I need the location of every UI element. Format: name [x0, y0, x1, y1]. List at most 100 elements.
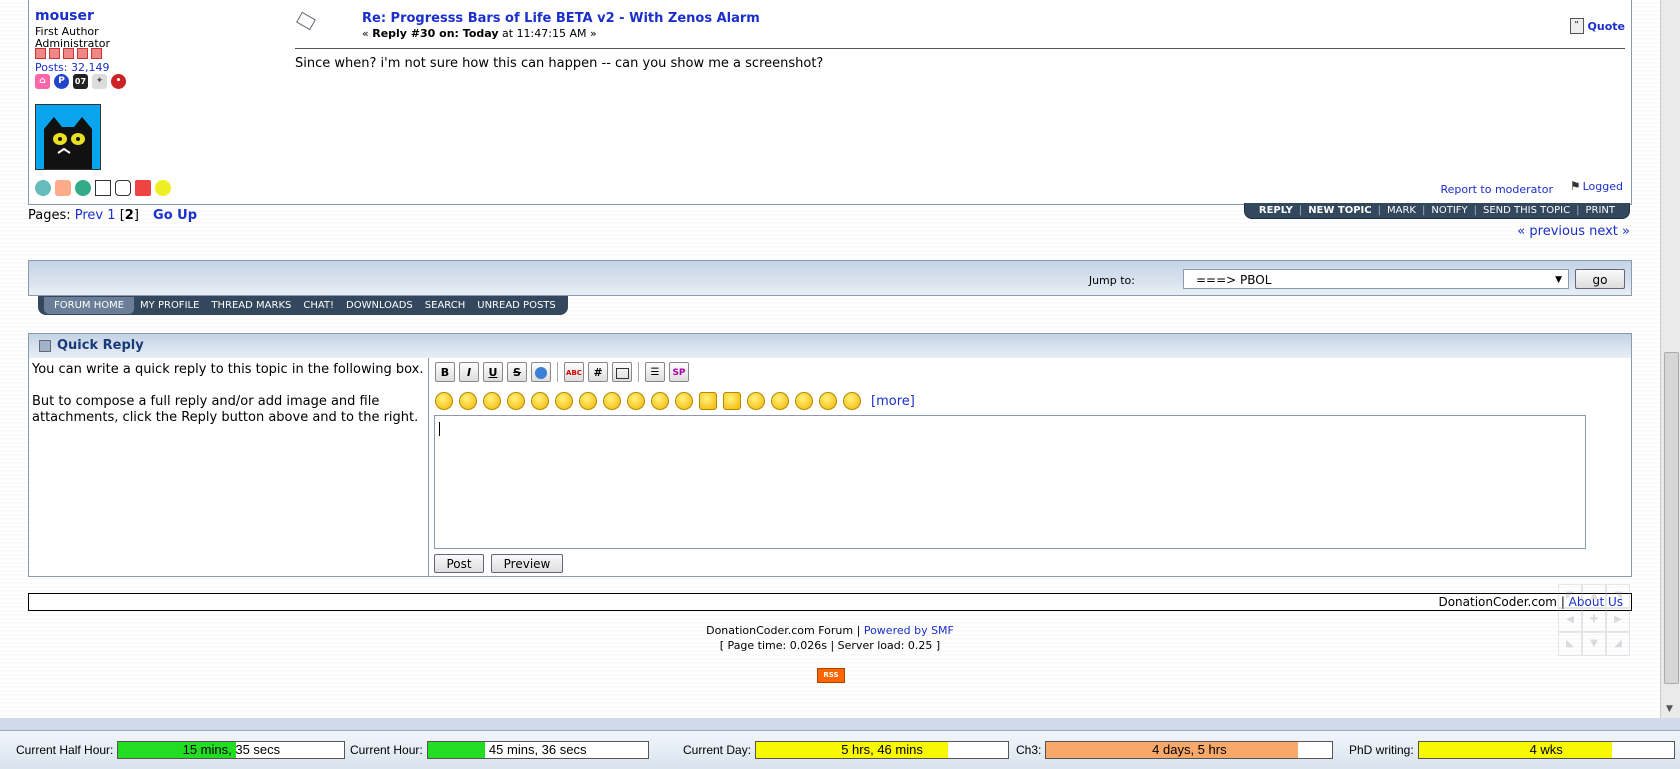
smiley-undecided-icon[interactable] [651, 392, 669, 410]
quote-tool-button[interactable] [612, 362, 632, 382]
next-topic-link[interactable]: next » [1589, 224, 1630, 239]
nav-my-profile[interactable]: MY PROFILE [134, 300, 205, 311]
stat-label: PhD writing: [1349, 743, 1414, 757]
nav-thread-marks[interactable]: THREAD MARKS [205, 300, 297, 311]
smiley-tongue-icon[interactable] [843, 392, 861, 410]
nav-chat[interactable]: CHAT! [297, 300, 340, 311]
list-button[interactable]: ☰ [645, 362, 665, 382]
collapse-icon[interactable] [39, 340, 51, 352]
bird-badge-icon: ✦ [92, 74, 107, 89]
nav-up-icon[interactable]: ▲ [1582, 584, 1606, 608]
ip-icon: ⚑ [1569, 179, 1581, 193]
preview-button[interactable]: Preview [491, 554, 563, 573]
code-button[interactable]: # [588, 362, 608, 382]
powered-by-link[interactable]: Powered by SMF [864, 624, 954, 637]
new-topic-button[interactable]: NEW TOPIC [1302, 205, 1377, 216]
quick-reply-header: Quick Reply [28, 333, 1632, 359]
forum-page: mouser First Author Administrator Posts:… [0, 0, 1660, 718]
smiley-cool-icon[interactable] [483, 392, 501, 410]
stat-label: Current Hour: [350, 743, 423, 757]
smiley-cry-icon[interactable] [747, 392, 765, 410]
go-up-link[interactable]: Go Up [153, 208, 197, 223]
nav-up-right-icon[interactable]: ◥ [1606, 584, 1630, 608]
report-link[interactable]: Report to moderator [1440, 183, 1553, 196]
send-topic-button[interactable]: SEND THIS TOPIC [1477, 205, 1576, 216]
progress-bar: 5 hrs, 46 mins [755, 741, 1010, 759]
nav-downloads[interactable]: DOWNLOADS [340, 300, 419, 311]
smiley-shocked-icon[interactable] [603, 392, 621, 410]
reply-button[interactable]: REPLY [1253, 205, 1299, 216]
topic-buttons: REPLY | NEW TOPIC | MARK | NOTIFY | SEND THI… [1243, 203, 1630, 219]
nav-left-icon[interactable]: ◀ [1558, 608, 1582, 632]
nav-center-icon[interactable]: ✚ [1582, 608, 1606, 632]
profile-link-icon[interactable] [35, 180, 51, 196]
progress-status-bar: Current Half Hour: 15 mins, 35 secs Curr… [0, 730, 1680, 769]
smiley-laugh-icon[interactable] [579, 392, 597, 410]
italic-button[interactable]: I [459, 362, 479, 382]
progress-text: 5 hrs, 46 mins [841, 742, 923, 757]
bold-button[interactable]: B [435, 362, 455, 382]
nav-unread-posts[interactable]: UNREAD POSTS [471, 300, 562, 311]
post-body: Since when? i'm not sure how this can ha… [295, 56, 824, 71]
smiley-thumbs-up-icon[interactable] [723, 392, 741, 410]
nav-down-icon[interactable]: ▼ [1582, 632, 1606, 656]
smiley-sad-icon[interactable] [771, 392, 789, 410]
smiley-angry-icon[interactable] [555, 392, 573, 410]
stat-day: Current Day: 5 hrs, 46 mins [683, 739, 1010, 761]
smiley-thumbs-down-icon[interactable] [699, 392, 717, 410]
smiley-grin-icon[interactable] [435, 392, 453, 410]
spellcheck-button[interactable]: ABC [564, 362, 584, 382]
go-button[interactable]: go [1575, 269, 1625, 289]
nav-forum-home[interactable]: FORUM HOME [44, 297, 135, 314]
smiley-surprised-icon[interactable] [627, 392, 645, 410]
link-button[interactable] [531, 362, 551, 382]
pm-icon[interactable] [115, 180, 131, 196]
donate-icon[interactable] [155, 180, 171, 196]
scroll-down-icon[interactable]: ▼ [1666, 704, 1673, 714]
smiley-smile-icon[interactable] [459, 392, 477, 410]
nav-right-icon[interactable]: ▶ [1606, 608, 1630, 632]
format-toolbar: B I U S ABC # ☰ SP [435, 362, 689, 382]
email-icon[interactable] [95, 180, 111, 196]
prev-page-link[interactable]: Prev [75, 208, 103, 223]
buddy-icon[interactable] [55, 180, 71, 196]
nav-down-right-icon[interactable]: ◢ [1606, 632, 1630, 656]
post-title[interactable]: Re: Progresss Bars of Life BETA v2 - Wit… [362, 11, 760, 26]
smiley-embarrassed-icon[interactable] [675, 392, 693, 410]
scrollbar-thumb[interactable] [1664, 352, 1679, 684]
scroll-nav-widget[interactable]: ◤ ▲ ◥ ◀ ✚ ▶ ◣ ▼ ◢ [1558, 584, 1630, 656]
page-1-link[interactable]: 1 [107, 208, 115, 223]
print-button[interactable]: PRINT [1579, 205, 1621, 216]
notify-button[interactable]: NOTIFY [1425, 205, 1473, 216]
stat-ch3: Ch3: 4 days, 5 hrs [1016, 739, 1334, 761]
sp-button[interactable]: SP [669, 362, 689, 382]
rss-icon[interactable]: RSS [817, 668, 845, 683]
smiley-bar: [more] [435, 392, 915, 410]
underline-button[interactable]: U [483, 362, 503, 382]
nav-search[interactable]: SEARCH [419, 300, 471, 311]
pages-label: Pages: [28, 208, 75, 223]
smiley-huh-icon[interactable] [531, 392, 549, 410]
nav-down-left-icon[interactable]: ◣ [1558, 632, 1582, 656]
vertical-scrollbar[interactable]: ▼ [1660, 0, 1680, 718]
strike-button[interactable]: S [507, 362, 527, 382]
reply-textarea[interactable] [434, 415, 1586, 549]
nav-up-left-icon[interactable]: ◤ [1558, 584, 1582, 608]
stat-hour: Current Hour: 45 mins, 36 secs [350, 739, 649, 761]
website-icon[interactable] [75, 180, 91, 196]
stat-phd: PhD writing: 4 wks [1349, 739, 1675, 761]
mark-button[interactable]: MARK [1381, 205, 1422, 216]
author-name[interactable]: mouser [35, 8, 94, 24]
smiley-love-icon[interactable] [819, 392, 837, 410]
quote-button[interactable]: " Quote [1569, 18, 1625, 34]
more-smileys-link[interactable]: [more] [871, 394, 915, 409]
stat-label: Ch3: [1016, 743, 1042, 757]
smiley-wink-icon[interactable] [507, 392, 525, 410]
cat-avatar-icon [36, 105, 100, 169]
prev-next-nav: « previous next » [1517, 224, 1630, 239]
smiley-lips-icon[interactable] [795, 392, 813, 410]
document-icon[interactable] [135, 180, 151, 196]
jump-select[interactable]: ===> PBOL ▼ [1183, 269, 1569, 289]
post-button[interactable]: Post [434, 554, 484, 573]
previous-topic-link[interactable]: « previous [1517, 224, 1585, 239]
